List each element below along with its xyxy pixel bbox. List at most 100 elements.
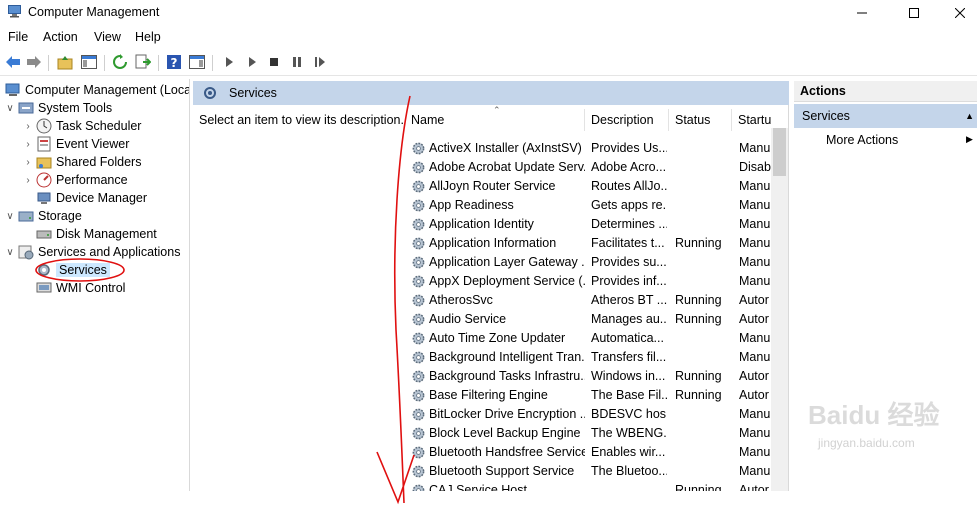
action-pane-icon [189, 55, 205, 69]
service-description-cell: Windows in... [591, 369, 666, 383]
menu-view[interactable]: View [94, 30, 121, 44]
play-outline-icon [249, 57, 256, 67]
menu-action[interactable]: Action [43, 30, 78, 44]
table-row[interactable]: CAJ Service Host Running Autor [405, 481, 789, 491]
table-row[interactable]: Application Layer Gateway ... Provides su… [405, 253, 789, 272]
tree-label: System Tools [38, 101, 113, 115]
expand-chevron-icon[interactable]: › [22, 175, 34, 186]
tree-item-computer-management[interactable]: Computer Management (Local [3, 81, 189, 99]
scrollbar-thumb[interactable] [773, 128, 786, 176]
tree-label: Storage [38, 209, 82, 223]
table-row[interactable]: Block Level Backup Engine ... The WBENG..… [405, 424, 789, 443]
table-row[interactable]: Base Filtering Engine The Base Fil... Runn… [405, 386, 789, 405]
service-name-cell: Block Level Backup Engine ... [429, 426, 585, 440]
service-gear-icon [412, 275, 425, 288]
table-row[interactable]: Bluetooth Support Service The Bluetoo... M… [405, 462, 789, 481]
vertical-scrollbar[interactable] [771, 128, 788, 491]
service-gear-icon [412, 484, 425, 491]
service-description-cell: The Base Fil... [591, 388, 667, 402]
service-name-cell: ActiveX Installer (AxInstSV) [429, 141, 582, 155]
show-action-pane-button[interactable] [188, 53, 206, 71]
table-row[interactable]: AtherosSvc Atheros BT ... Running Autor [405, 291, 789, 310]
stop-service-button[interactable] [265, 53, 283, 71]
table-row[interactable]: Background Intelligent Tran... Transfers … [405, 348, 789, 367]
service-gear-icon [412, 237, 425, 250]
minimize-button[interactable] [839, 0, 885, 26]
help-button[interactable]: ? [165, 53, 183, 71]
table-row[interactable]: Background Tasks Infrastru... Windows in.… [405, 367, 789, 386]
column-header-description-label: Description [591, 113, 654, 127]
table-row[interactable]: Adobe Acrobat Update Serv... Adobe Acro..… [405, 158, 789, 177]
table-row[interactable]: ActiveX Installer (AxInstSV) Provides Us.… [405, 139, 789, 158]
column-header-description[interactable]: Description [585, 109, 669, 131]
table-row[interactable]: Auto Time Zone Updater Automatica... Manu [405, 329, 789, 348]
help-icon: ? [167, 55, 181, 70]
more-actions-link[interactable]: More Actions [826, 133, 898, 147]
start-service-alt-button[interactable] [243, 53, 261, 71]
service-description-cell: The WBENG... [591, 426, 667, 440]
tree-item-services[interactable]: Services [34, 261, 110, 279]
disk-icon [36, 230, 52, 239]
back-button[interactable] [4, 53, 22, 71]
show-hide-tree-button[interactable] [80, 53, 98, 71]
computer-management-icon [8, 5, 21, 18]
service-name-cell: AppX Deployment Service (... [429, 274, 585, 288]
service-status-cell: Running [675, 236, 722, 250]
tree-item-shared-folders[interactable]: › Shared Folders [22, 153, 141, 171]
tree-item-disk-management[interactable]: Disk Management [34, 225, 157, 243]
baidu-watermark-url: jingyan.baidu.com [818, 436, 915, 450]
service-description-cell: BDESVC hos... [591, 407, 667, 421]
column-header-name[interactable]: ⌃ Name [405, 105, 585, 131]
table-row[interactable]: Application Identity Determines ... Manu [405, 215, 789, 234]
pause-service-button[interactable] [288, 53, 306, 71]
table-row[interactable]: BitLocker Drive Encryption ... BDESVC hos… [405, 405, 789, 424]
collapse-chevron-icon[interactable]: ∨ [4, 211, 16, 222]
services-header: Services [193, 81, 789, 105]
restart-service-button[interactable] [311, 53, 329, 71]
menu-file[interactable]: File [8, 30, 28, 44]
table-row[interactable]: AllJoyn Router Service Routes AllJo... Man… [405, 177, 789, 196]
tree-item-event-viewer[interactable]: › Event Viewer [22, 135, 129, 153]
table-row[interactable]: App Readiness Gets apps re... Manu [405, 196, 789, 215]
stop-icon [270, 58, 278, 66]
column-header-status-label: Status [675, 113, 711, 127]
expand-chevron-icon[interactable]: › [22, 139, 34, 150]
service-gear-icon [412, 199, 425, 212]
tree-item-task-scheduler[interactable]: › Task Scheduler [22, 117, 141, 135]
tree-item-device-manager[interactable]: Device Manager [34, 189, 147, 207]
collapse-chevron-icon[interactable]: ∨ [4, 103, 16, 114]
expand-chevron-icon[interactable]: › [22, 157, 34, 168]
actions-section-services[interactable]: Services ▲ [794, 104, 977, 128]
service-description-cell: Manages au... [591, 312, 667, 326]
table-row[interactable]: AppX Deployment Service (... Provides inf… [405, 272, 789, 291]
description-hint: Select an item to view its description. [199, 113, 404, 127]
services-gear-icon [38, 264, 50, 276]
table-row[interactable]: Audio Service Manages au... Running Autor [405, 310, 789, 329]
tree-item-services-and-applications[interactable]: ∨ Services and Applications [4, 243, 180, 261]
service-gear-icon [412, 256, 425, 269]
tree-item-storage[interactable]: ∨ Storage [4, 207, 82, 225]
collapse-triangle-icon[interactable]: ▲ [965, 111, 974, 121]
expand-chevron-icon[interactable]: › [22, 121, 34, 132]
close-button[interactable] [937, 0, 977, 26]
tree-item-performance[interactable]: › Performance [22, 171, 128, 189]
forward-button[interactable] [25, 53, 43, 71]
storage-icon [18, 211, 34, 222]
tree-item-system-tools[interactable]: ∨ System Tools [4, 99, 112, 117]
table-row[interactable]: Application Information Facilitates t... R… [405, 234, 789, 253]
tree-item-wmi-control[interactable]: WMI Control [34, 279, 125, 297]
refresh-button[interactable] [111, 53, 129, 71]
service-description-cell: Provides su... [591, 255, 667, 269]
column-header-status[interactable]: Status [669, 109, 732, 131]
up-folder-button[interactable] [56, 53, 74, 71]
service-name-cell: Application Information [429, 236, 557, 250]
start-service-button[interactable] [220, 53, 238, 71]
collapse-chevron-icon[interactable]: ∨ [4, 247, 16, 258]
export-list-button[interactable] [134, 53, 152, 71]
maximize-button[interactable] [891, 0, 937, 26]
table-row[interactable]: Bluetooth Handsfree Service Enables wir..… [405, 443, 789, 462]
column-header-name-label: Name [411, 113, 445, 127]
service-description-cell: Automatica... [591, 331, 664, 345]
menu-help[interactable]: Help [135, 30, 161, 44]
service-description-cell: Gets apps re... [591, 198, 667, 212]
